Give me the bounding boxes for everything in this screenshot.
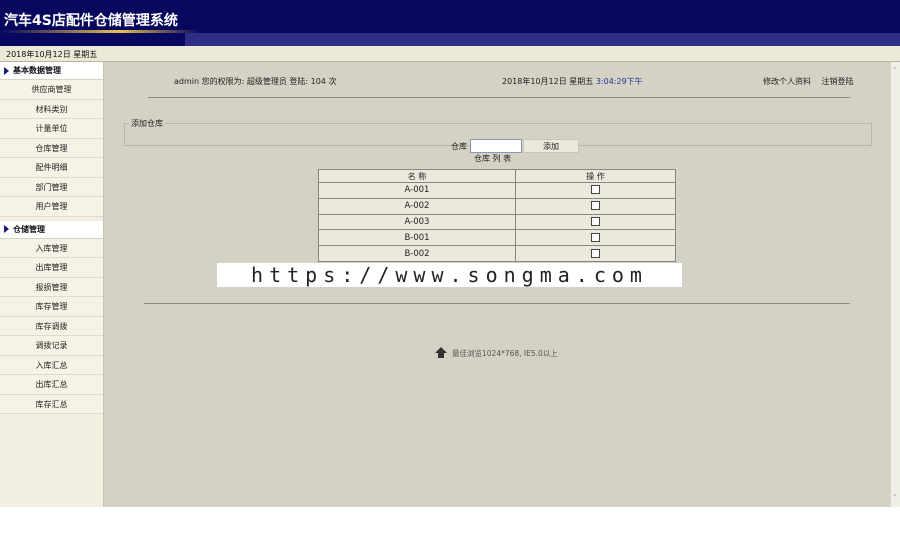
header-banner: 汽车4S店配件仓储管理系统 — [0, 0, 900, 46]
add-warehouse-form: 添加仓库 仓库 添加 — [124, 118, 872, 153]
sidebar-item-stock-out-summary[interactable]: 出库汇总 — [0, 375, 103, 395]
sidebar-item-parts-detail[interactable]: 配件明细 — [0, 158, 103, 178]
warehouse-name-cell: B-001 — [318, 229, 516, 247]
add-button[interactable]: 添加 — [523, 139, 579, 153]
triangle-right-icon — [4, 66, 9, 75]
app-title: 汽车4S店配件仓储管理系统 — [4, 13, 178, 29]
row-checkbox[interactable] — [591, 216, 600, 226]
sidebar-item-inventory[interactable]: 库存管理 — [0, 297, 103, 317]
sidebar-item-department[interactable]: 部门管理 — [0, 177, 103, 197]
action-cell — [515, 213, 676, 231]
current-date: 2018年10月12日 星期五 — [6, 50, 98, 59]
sidebar-group-label: 基本数据管理 — [13, 66, 61, 75]
sidebar-item-supplier[interactable]: 供应商管理 — [0, 80, 103, 100]
add-warehouse-row: 仓库 添加 — [451, 139, 579, 153]
table-header-row: 名 称 操 作 — [318, 169, 676, 183]
action-cell — [515, 197, 676, 215]
column-header-action: 操 作 — [515, 169, 676, 183]
warehouse-list-title: 仓库 列 表 — [474, 154, 512, 163]
sidebar-item-inventory-summary[interactable]: 库存汇总 — [0, 394, 103, 414]
sidebar-item-stock-in[interactable]: 入库管理 — [0, 238, 103, 258]
row-checkbox[interactable] — [591, 201, 600, 211]
warehouse-name-cell: A-002 — [318, 197, 516, 215]
column-header-name: 名 称 — [318, 169, 516, 183]
table-row: A-003 — [318, 213, 676, 231]
sidebar: 基本数据管理 供应商管理 材料类别 计量单位 仓库管理 配件明细 部门管理 用户… — [0, 62, 104, 507]
home-icon — [434, 347, 448, 359]
info-bar: admin 您的权限为: 超级管理员 登陆: 104 次 2018年10月12日… — [104, 76, 890, 90]
sidebar-item-user[interactable]: 用户管理 — [0, 197, 103, 217]
chevron-up-icon[interactable]: ˄ — [893, 68, 899, 75]
add-warehouse-legend: 添加仓库 — [131, 119, 163, 128]
sidebar-item-transfer[interactable]: 库存调拨 — [0, 316, 103, 336]
sidebar-group-label: 仓储管理 — [13, 224, 45, 234]
warehouse-name-input[interactable] — [470, 139, 522, 153]
footer: 最佳浏览1024*768, IE5.0以上 — [434, 347, 558, 359]
sidebar-item-warehouse[interactable]: 仓库管理 — [0, 138, 103, 158]
app-window: 汽车4S店配件仓储管理系统 2018年10月12日 星期五 基本数据管理 供应商… — [0, 0, 900, 547]
action-cell — [515, 182, 676, 199]
sidebar-group-basic-data[interactable]: 基本数据管理 — [0, 62, 103, 80]
warehouse-name-cell: B-002 — [318, 245, 516, 262]
sidebar-item-transfer-record[interactable]: 调拨记录 — [0, 336, 103, 356]
date-bar: 2018年10月12日 星期五 — [0, 46, 900, 62]
chevron-down-icon[interactable]: ˅ — [893, 495, 899, 502]
table-row: B-001 — [318, 229, 676, 247]
info-clock: 3:04:29下午 — [595, 77, 643, 86]
table-row: A-001 — [318, 182, 676, 199]
watermark: https://www.songma.com — [217, 263, 682, 287]
warehouse-name-cell: A-001 — [318, 182, 516, 199]
browser-hint: 最佳浏览1024*768, IE5.0以上 — [452, 348, 558, 358]
row-checkbox[interactable] — [591, 185, 600, 195]
logout-link[interactable]: 注销登陆 — [822, 77, 854, 86]
warehouse-table: 名 称 操 作 A-001 A-002 A-003 B-001 B-002 — [318, 169, 676, 262]
user-links: 修改个人资料 注销登陆 — [763, 76, 862, 87]
action-cell — [515, 229, 676, 247]
sidebar-item-stock-out[interactable]: 出库管理 — [0, 258, 103, 278]
sidebar-item-unit[interactable]: 计量单位 — [0, 119, 103, 139]
table-row: B-002 — [318, 245, 676, 262]
divider — [144, 303, 850, 304]
sidebar-item-stock-in-summary[interactable]: 入库汇总 — [0, 355, 103, 375]
table-row: A-002 — [318, 197, 676, 215]
sidebar-group-storage[interactable]: 仓储管理 — [0, 220, 103, 239]
warehouse-name-cell: A-003 — [318, 213, 516, 231]
info-date: 2018年10月12日 星期五 — [502, 77, 594, 86]
sidebar-item-damage[interactable]: 报损管理 — [0, 277, 103, 297]
warehouse-label: 仓库 — [451, 141, 467, 151]
divider — [148, 97, 850, 98]
sidebar-item-material-category[interactable]: 材料类别 — [0, 99, 103, 119]
action-cell — [515, 245, 676, 262]
row-checkbox[interactable] — [591, 232, 600, 242]
banner-swoosh — [0, 30, 200, 33]
user-info: admin 您的权限为: 超级管理员 登陆: 104 次 — [174, 77, 337, 86]
scrollbar[interactable]: ˄ ˅ — [890, 62, 900, 507]
datetime-info: 2018年10月12日 星期五 3:04:29下午 — [502, 76, 643, 87]
triangle-right-icon — [4, 225, 9, 233]
edit-profile-link[interactable]: 修改个人资料 — [763, 77, 811, 86]
row-checkbox[interactable] — [591, 248, 600, 258]
banner-band — [185, 33, 900, 46]
